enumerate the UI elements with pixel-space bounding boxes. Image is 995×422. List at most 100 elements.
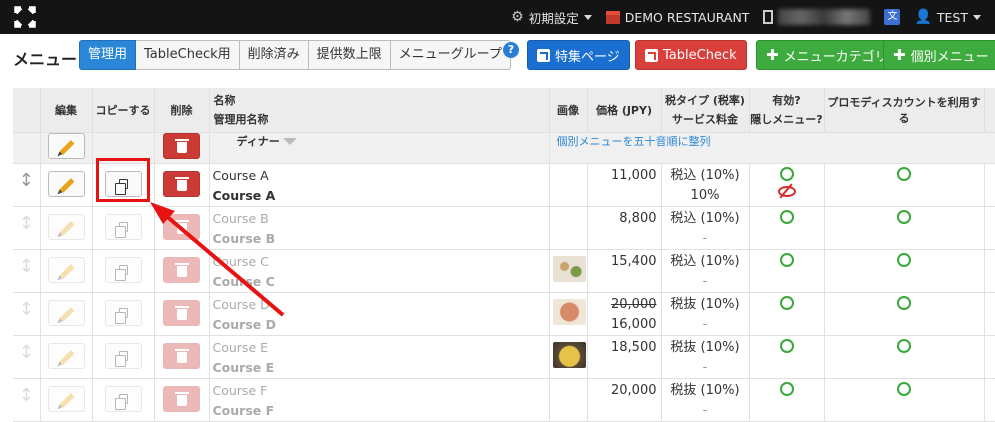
enabled-circle-icon (779, 166, 794, 181)
add-category-button[interactable]: ✚ メニューカテゴリ (756, 40, 898, 70)
pencil-icon (59, 177, 74, 193)
restaurant-label: DEMO RESTAURANT (624, 9, 750, 25)
copy-icon (114, 393, 128, 410)
header-hidden: 隠しメニュー? (750, 112, 823, 126)
top-bar: ⚙ 初期設定 DEMO RESTAURANT 文 👤 TEST (0, 0, 995, 34)
item-tax: 税抜 (10%) (670, 296, 740, 312)
copy-button[interactable] (104, 342, 142, 369)
user-menu[interactable]: 👤 TEST (914, 9, 981, 25)
sort-alphabetical-link[interactable]: 個別メニューを五十音順に整列 (557, 135, 711, 148)
copy-icon (114, 350, 128, 367)
pencil-icon (59, 139, 74, 155)
item-name: Course A (212, 167, 269, 183)
edit-button[interactable] (47, 256, 85, 283)
hidden-eye-slash-icon (777, 185, 796, 197)
item-service-fee: - (702, 230, 708, 246)
feature-page-label: 特集ページ (555, 49, 620, 65)
language-switcher[interactable]: 文 (884, 9, 901, 25)
chevron-down-icon (973, 14, 981, 20)
user-label: TEST (936, 9, 968, 25)
add-item-button[interactable]: ✚ 個別メニュー (883, 40, 995, 70)
table-row: ↕ Course D Course D 20,000 16,000 税抜 (10%)… (13, 292, 995, 336)
edit-category-button[interactable] (47, 132, 85, 159)
tab-deleted[interactable]: 削除済み (239, 40, 309, 70)
tablecheck-label: TableCheck (663, 47, 737, 63)
edit-button[interactable] (47, 299, 85, 326)
header-tax-type: 税タイプ (税率) (665, 93, 745, 107)
enabled-circle-icon (779, 209, 794, 224)
drag-handle-icon[interactable]: ↕ (13, 206, 41, 250)
header-promo: プロモディスカウントを利用する (824, 88, 985, 133)
building-icon (763, 10, 774, 24)
drag-handle-icon[interactable]: ↕ (13, 249, 41, 293)
restaurant-switcher[interactable]: DEMO RESTAURANT (605, 9, 750, 25)
delete-button[interactable] (163, 213, 200, 240)
delete-button[interactable] (163, 256, 200, 283)
edit-button[interactable] (47, 213, 85, 240)
redacted-text (778, 9, 871, 25)
table-row: ↕ Course E Course E 18,500 税抜 (10%) - (13, 335, 995, 379)
tab-tablecheck[interactable]: TableCheck用 (136, 40, 240, 70)
header-service-fee: サービス料金 (672, 112, 738, 126)
copy-button[interactable] (104, 213, 142, 240)
dish-thumbnail[interactable] (552, 255, 586, 282)
delete-button[interactable] (163, 342, 200, 369)
drag-handle-icon[interactable]: ↕ (13, 163, 41, 207)
chevron-down-icon (583, 14, 592, 20)
item-service-fee: - (702, 402, 708, 418)
header-name: 名称 (213, 94, 236, 107)
copy-button[interactable] (104, 256, 142, 283)
delete-category-button[interactable] (163, 132, 200, 159)
item-tax: 税抜 (10%) (670, 339, 740, 355)
add-category-label: メニューカテゴリ (783, 49, 888, 65)
edit-button[interactable] (47, 385, 85, 412)
copy-icon (114, 307, 128, 324)
copy-button[interactable] (104, 385, 142, 412)
trash-icon (175, 305, 189, 320)
item-name: Course C (212, 253, 269, 269)
tab-limit[interactable]: 提供数上限 (308, 40, 391, 70)
trash-icon (175, 138, 189, 153)
header-enabled: 有効? (772, 93, 801, 107)
edit-button[interactable] (47, 170, 85, 197)
settings-menu[interactable]: ⚙ 初期設定 (511, 8, 592, 27)
drag-handle-icon[interactable]: ↕ (13, 378, 41, 422)
help-icon[interactable]: ? (503, 42, 519, 58)
promo-circle-icon (897, 252, 911, 267)
item-admin-name: Course F (212, 402, 275, 418)
delete-button[interactable] (163, 170, 200, 197)
feature-page-button[interactable]: 特集ページ (527, 40, 630, 70)
dish-thumbnail[interactable] (552, 298, 586, 325)
user-icon: 👤 (914, 9, 932, 25)
promo-circle-icon (897, 166, 911, 181)
trash-icon (175, 219, 189, 234)
account-info[interactable] (763, 9, 871, 25)
edit-button[interactable] (47, 342, 85, 369)
table-header: 編集 コピーする 削除 名称 管理用名称 画像 価格 (JPY) 税タイプ (税率… (13, 88, 995, 133)
translate-icon: 文 (884, 9, 901, 25)
page-title: メニュー (13, 50, 78, 69)
collapse-triangle-icon[interactable] (282, 137, 297, 145)
tab-admin[interactable]: 管理用 (79, 40, 137, 70)
item-service-fee: 10% (690, 187, 720, 203)
drag-handle-icon[interactable]: ↕ (13, 335, 41, 379)
delete-button[interactable] (163, 385, 200, 412)
item-price: 20,000 (587, 378, 662, 422)
drag-handle-icon[interactable]: ↕ (13, 292, 41, 336)
tab-menu-group[interactable]: メニューグループ (390, 40, 511, 70)
dish-thumbnail[interactable] (552, 341, 586, 368)
copy-button[interactable] (104, 299, 142, 326)
pencil-icon (59, 306, 74, 322)
tablecheck-button[interactable]: TableCheck (635, 40, 747, 70)
item-price: 8,800 (587, 206, 662, 250)
trash-icon (175, 262, 189, 277)
item-tax: 税込 (10%) (670, 210, 740, 226)
promo-circle-icon (897, 338, 911, 353)
view-tabs: 管理用 TableCheck用 削除済み 提供数上限 メニューグループ (79, 40, 511, 70)
item-name: Course D (212, 296, 270, 312)
category-row: ディナー 個別メニューを五十音順に整列 (13, 132, 995, 164)
table-row: ↕ Course B Course B 8,800 税込 (10%) - (13, 206, 995, 250)
app-logo-icon[interactable] (12, 4, 38, 30)
header-admin-name: 管理用名称 (213, 113, 269, 126)
delete-button[interactable] (163, 299, 200, 326)
